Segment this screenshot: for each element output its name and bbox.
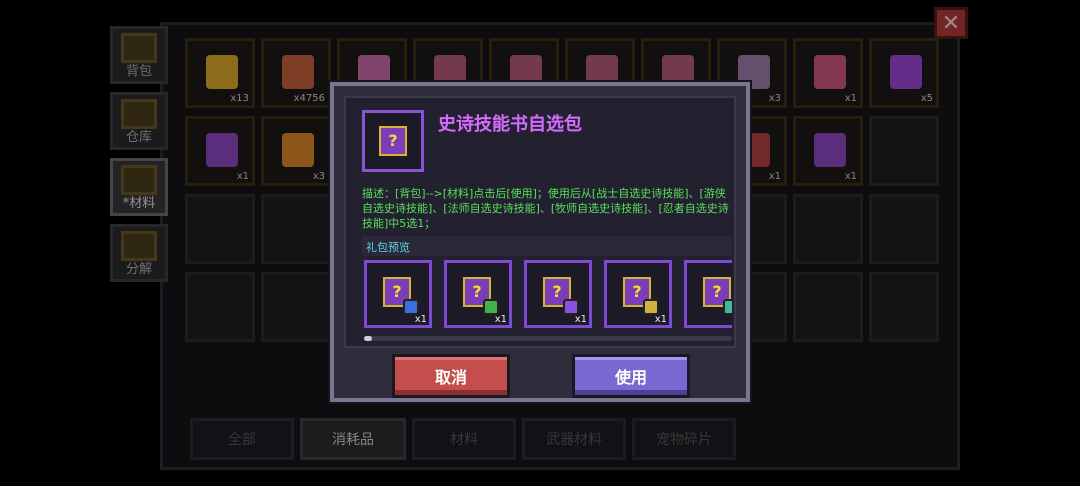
preview-quantity: x1 xyxy=(654,314,667,325)
dialog-content: ? 史诗技能书自选包 描述：[背包]-->[材料]点击后[使用]；使用后从[战士… xyxy=(344,96,736,348)
preview-label: 礼包预览 xyxy=(362,236,732,256)
preview-quantity: x1 xyxy=(574,314,587,325)
item-description: 描述：[背包]-->[材料]点击后[使用]；使用后从[战士自选史诗技能]、[游侠… xyxy=(362,187,729,230)
preview-item[interactable]: ? x1 xyxy=(524,260,592,328)
preview-item[interactable]: ? xyxy=(684,260,732,328)
preview-item[interactable]: ? x1 xyxy=(604,260,672,328)
scroll-thumb[interactable] xyxy=(364,336,372,341)
preview-list[interactable]: ? x1? x1? x1? x1? xyxy=(364,260,732,330)
item-frame: ? xyxy=(362,110,424,172)
class-badge-icon xyxy=(483,299,499,315)
dialog-title: 史诗技能书自选包 xyxy=(438,114,582,135)
cancel-button[interactable]: 取消 xyxy=(392,354,510,398)
preview-quantity: x1 xyxy=(414,314,427,325)
class-badge-icon xyxy=(643,299,659,315)
use-button[interactable]: 使用 xyxy=(572,354,690,398)
class-badge-icon xyxy=(723,299,732,315)
preview-item[interactable]: ? x1 xyxy=(444,260,512,328)
skill-book-icon: ? xyxy=(379,126,407,156)
class-badge-icon xyxy=(563,299,579,315)
preview-item[interactable]: ? x1 xyxy=(364,260,432,328)
item-dialog: ? 史诗技能书自选包 描述：[背包]-->[材料]点击后[使用]；使用后从[战士… xyxy=(330,82,750,402)
preview-scrollbar[interactable] xyxy=(364,336,732,341)
preview-quantity: x1 xyxy=(494,314,507,325)
class-badge-icon xyxy=(403,299,419,315)
